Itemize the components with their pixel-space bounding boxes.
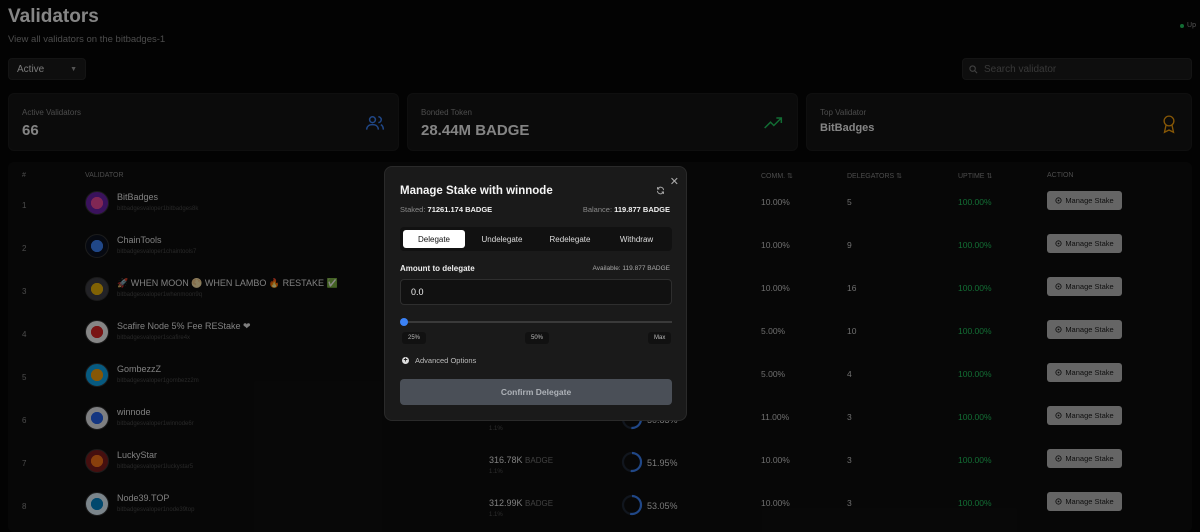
plus-icon: + xyxy=(402,357,409,364)
tab-undelegate[interactable]: Undelegate xyxy=(468,230,536,248)
slider-handle[interactable] xyxy=(400,318,408,326)
amount-label: Amount to delegate xyxy=(400,264,475,273)
manage-stake-modal: Manage Stake with winnode ✕ Staked: 7126… xyxy=(384,166,687,421)
preset-50-button[interactable]: 50% xyxy=(525,332,550,344)
modal-title: Manage Stake with winnode xyxy=(400,185,553,197)
balance-amount: Balance: 119.877 BADGE xyxy=(582,205,670,214)
staked-amount: Staked: 71261.174 BADGE xyxy=(400,205,493,214)
preset-max-button[interactable]: Max xyxy=(648,332,672,344)
tab-redelegate[interactable]: Redelegate xyxy=(536,230,604,248)
close-icon[interactable]: ✕ xyxy=(670,175,679,188)
amount-slider[interactable] xyxy=(400,318,672,326)
stake-action-tabs: Delegate Undelegate Redelegate Withdraw xyxy=(400,227,672,251)
advanced-options-toggle[interactable]: + Advanced Options xyxy=(402,356,476,365)
refresh-icon[interactable] xyxy=(656,186,665,195)
tab-delegate[interactable]: Delegate xyxy=(403,230,465,248)
amount-input[interactable] xyxy=(400,279,672,305)
available-balance: Available: 119.877 BADGE xyxy=(592,265,670,272)
advanced-options-label: Advanced Options xyxy=(415,356,477,365)
confirm-delegate-button[interactable]: Confirm Delegate xyxy=(400,379,672,405)
tab-withdraw[interactable]: Withdraw xyxy=(604,230,669,248)
preset-25-button[interactable]: 25% xyxy=(402,332,427,344)
